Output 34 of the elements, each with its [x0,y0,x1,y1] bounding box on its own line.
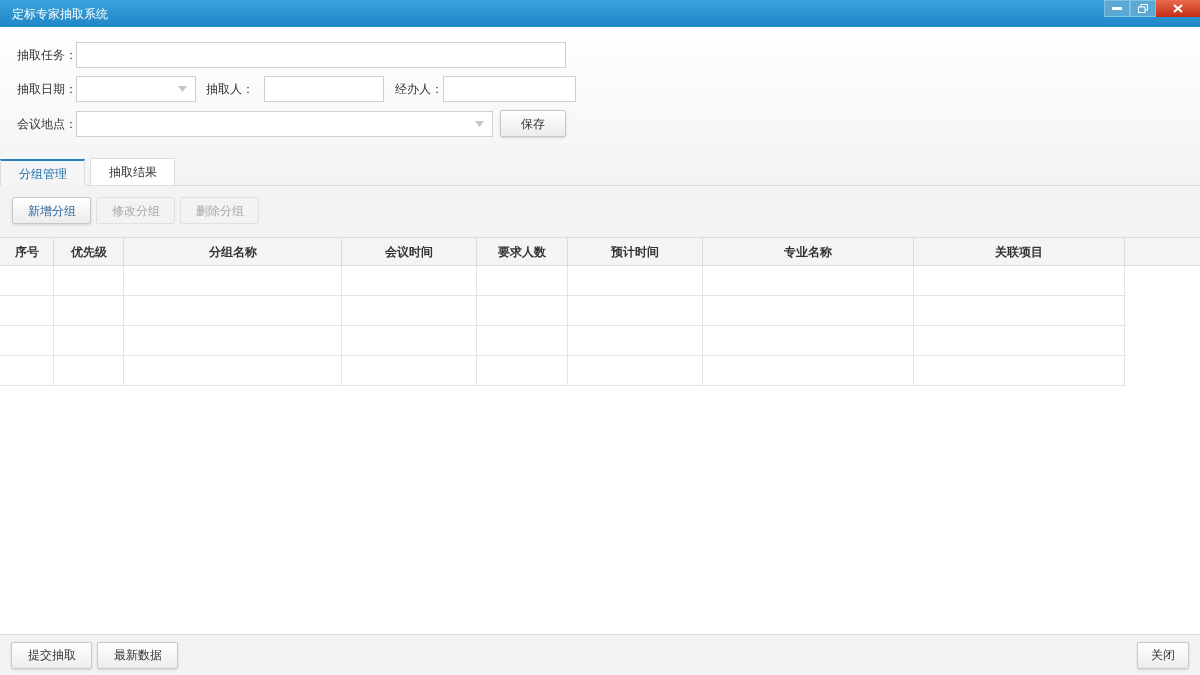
input-field[interactable] [264,76,384,102]
tab[interactable]: 分组管理 [0,159,85,186]
restore-button[interactable] [1130,0,1156,17]
action-button[interactable]: 提交抽取 [11,641,92,669]
field-label: 经办人： [395,81,443,98]
column-header: 序号 [0,238,54,265]
action-button[interactable]: 最新数据 [97,641,178,669]
field-label: 抽取任务： [17,47,76,64]
dropdown-field[interactable] [76,76,196,102]
caret-icon [178,86,187,92]
action-button[interactable]: 保存 [500,110,566,137]
column-header: 优先级 [54,238,124,265]
minimize-button[interactable] [1104,0,1130,17]
column-header: 分组名称 [124,238,342,265]
window-title: 定标专家抽取系统 [11,5,109,23]
tab[interactable]: 抽取结果 [90,158,175,185]
input-field[interactable] [443,76,576,102]
close-icon [1173,4,1183,13]
input-field[interactable] [76,42,566,68]
close-button[interactable] [1156,0,1200,17]
dropdown-field[interactable] [76,110,493,137]
column-header: 会议时间 [342,238,477,265]
toolbar-button[interactable]: 新增分组 [12,197,91,224]
column-header: 专业名称 [703,238,914,265]
minimize-icon [1112,7,1122,10]
column-header: 关联项目 [914,238,1125,265]
action-button[interactable]: 关闭 [1137,641,1189,669]
caret-icon [475,120,484,127]
field-label: 抽取人： [206,81,255,98]
column-header: 预计时间 [568,238,703,265]
restore-icon [1138,4,1148,13]
field-label: 会议地点： [17,115,76,133]
column-header: 要求人数 [477,238,568,265]
field-label: 抽取日期： [17,81,76,98]
